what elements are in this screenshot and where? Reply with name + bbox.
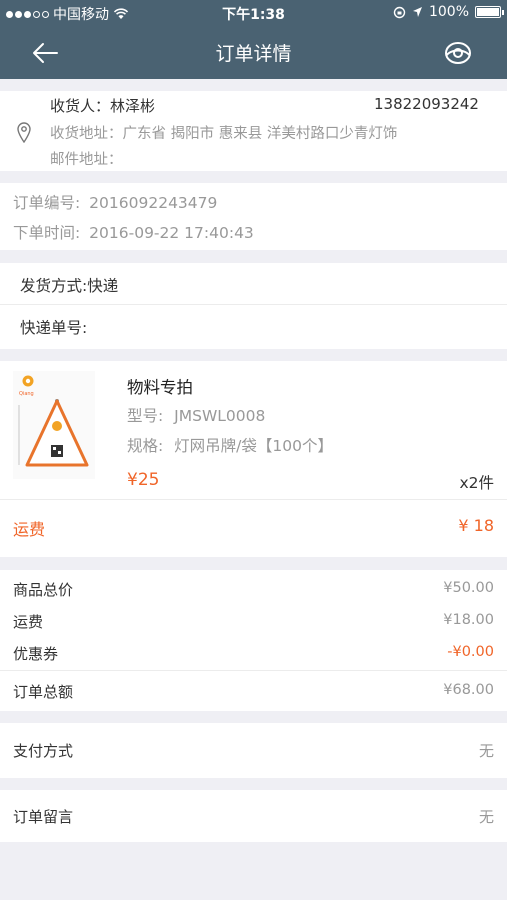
order-number-value: 2016092243479 (89, 194, 218, 212)
svg-text:Qiang: Qiang (19, 391, 34, 397)
receiver-row: 收货人：林泽彬 (50, 95, 155, 116)
product-spec-row: 规格: 灯网吊牌/袋【100个】 (127, 434, 333, 456)
order-number-label: 订单编号: (13, 194, 81, 212)
shipping-method-value: 快递 (87, 277, 119, 295)
summary-coupon-value: -¥0.00 (447, 644, 494, 660)
summary-coupon-label: 优惠券 (13, 645, 59, 663)
product-section: Qiang 物料专拍 型号: JMSWL0008 规格: 灯网吊牌/袋【100个… (0, 361, 507, 557)
order-time-label: 下单时间: (13, 224, 81, 242)
battery-percent: 100% (428, 4, 469, 20)
summary-subtotal-value: ¥50.00 (443, 580, 494, 596)
order-time-row: 下单时间: 2016-09-22 17:40:43 (13, 221, 254, 243)
app-header: 中国移动 下午1:38 100% 订单详情 (0, 0, 507, 79)
address-label: 收货地址： (50, 126, 123, 142)
divider (0, 304, 507, 305)
location-icon (412, 7, 422, 17)
product-tag-illustration: Qiang (18, 375, 89, 467)
summary-subtotal-label: 商品总价 (13, 581, 74, 599)
payment-method-value: 无 (478, 742, 494, 760)
payment-method-row[interactable]: 支付方式 无 (0, 723, 507, 778)
freight-label: 运费 (13, 520, 46, 539)
address-row: 收货地址：广东省 揭阳市 惠来县 洋美村路口少青灯饰 (50, 122, 397, 143)
orientation-lock-icon (393, 6, 406, 18)
receiver-name: 林泽彬 (110, 97, 156, 115)
tracking-label: 快递单号: (20, 319, 88, 337)
divider (0, 499, 507, 500)
shipping-method-label: 发货方式: (20, 277, 88, 295)
status-right: 100% (393, 4, 504, 20)
price-summary-section: 商品总价 ¥50.00 运费 ¥18.00 优惠券 -¥0.00 订单总额 ¥6… (0, 570, 507, 711)
order-remark-row[interactable]: 订单留言 无 (0, 790, 507, 842)
page-title: 订单详情 (215, 43, 292, 65)
freight-value: ¥ 18 (458, 516, 494, 535)
order-remark-label: 订单留言 (13, 808, 74, 826)
product-model-label: 型号: (127, 407, 164, 425)
phone-number: 13822093242 (374, 95, 479, 113)
address-value: 广东省 揭阳市 惠来县 洋美村路口少青灯饰 (122, 126, 398, 142)
shipping-section: 发货方式:快递 快递单号: (0, 263, 507, 349)
shipping-method-row: 发货方式:快递 (20, 274, 118, 296)
order-number-row: 订单编号: 2016092243479 (13, 191, 217, 213)
product-quantity: x2件 (459, 474, 494, 492)
summary-freight-value: ¥18.00 (443, 612, 494, 628)
location-pin-icon (17, 122, 31, 143)
status-bar: 中国移动 下午1:38 100% (0, 0, 507, 26)
tracking-row: 快递单号: (20, 316, 87, 338)
summary-total-label: 订单总额 (13, 683, 74, 701)
product-model-row: 型号: JMSWL0008 (127, 404, 265, 426)
summary-freight-label: 运费 (13, 613, 44, 631)
product-price: ¥25 (127, 470, 160, 490)
product-name: 物料专拍 (127, 378, 193, 397)
payment-method-label: 支付方式 (13, 742, 74, 760)
address-section[interactable]: 收货人：林泽彬 13822093242 收货地址：广东省 揭阳市 惠来县 洋美村… (0, 91, 507, 171)
order-time-value: 2016-09-22 17:40:43 (89, 224, 254, 242)
eye-icon[interactable] (441, 38, 475, 68)
postal-row: 邮件地址： (50, 148, 123, 169)
product-model-value: JMSWL0008 (174, 407, 266, 425)
order-remark-value: 无 (478, 808, 494, 826)
battery-icon (475, 6, 504, 18)
navigation-bar: 订单详情 (0, 26, 507, 79)
postal-label: 邮件地址： (50, 152, 123, 168)
divider (0, 670, 507, 671)
product-spec-value: 灯网吊牌/袋【100个】 (174, 437, 333, 455)
order-info-section: 订单编号: 2016092243479 下单时间: 2016-09-22 17:… (0, 183, 507, 250)
summary-total-value: ¥68.00 (443, 682, 494, 698)
product-image[interactable]: Qiang (13, 371, 95, 479)
product-spec-label: 规格: (127, 437, 164, 455)
receiver-label: 收货人： (50, 97, 111, 115)
